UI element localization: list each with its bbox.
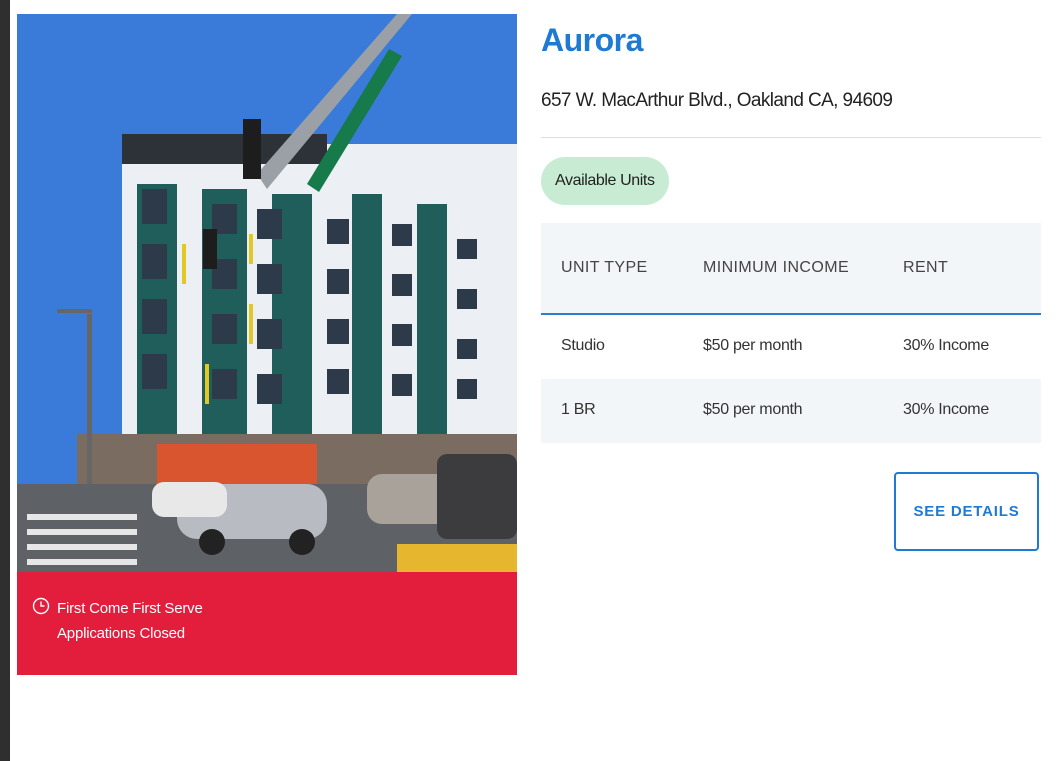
status-applications: Applications Closed [57, 625, 185, 642]
table-row: 1 BR $50 per month 30% Income [541, 379, 1041, 443]
unit-type-cell: Studio [561, 337, 605, 354]
building-photo [17, 14, 517, 572]
header-unit-type: UNIT TYPE [561, 259, 648, 276]
unit-type-cell: 1 BR [561, 401, 596, 418]
divider [541, 137, 1041, 138]
status-lottery-type: First Come First Serve [57, 600, 203, 617]
rent-cell: 30% Income [903, 401, 989, 418]
rent-cell: 30% Income [903, 337, 989, 354]
units-table: UNIT TYPE MINIMUM INCOME RENT Studio $50… [541, 223, 1041, 443]
application-status-banner: First Come First Serve Applications Clos… [17, 572, 517, 675]
listing-title[interactable]: Aurora [541, 22, 643, 59]
listing-card: First Come First Serve Applications Clos… [10, 0, 1064, 761]
clock-icon [32, 597, 50, 615]
see-details-button[interactable]: SEE DETAILS [894, 472, 1039, 551]
table-row: Studio $50 per month 30% Income [541, 315, 1041, 379]
header-rent: RENT [903, 259, 949, 276]
minimum-income-cell: $50 per month [703, 401, 803, 418]
header-minimum-income: MINIMUM INCOME [703, 259, 850, 276]
table-header: UNIT TYPE MINIMUM INCOME RENT [541, 223, 1041, 315]
available-units-badge: Available Units [541, 157, 669, 205]
listing-address: 657 W. MacArthur Blvd., Oakland CA, 9460… [541, 90, 893, 111]
minimum-income-cell: $50 per month [703, 337, 803, 354]
